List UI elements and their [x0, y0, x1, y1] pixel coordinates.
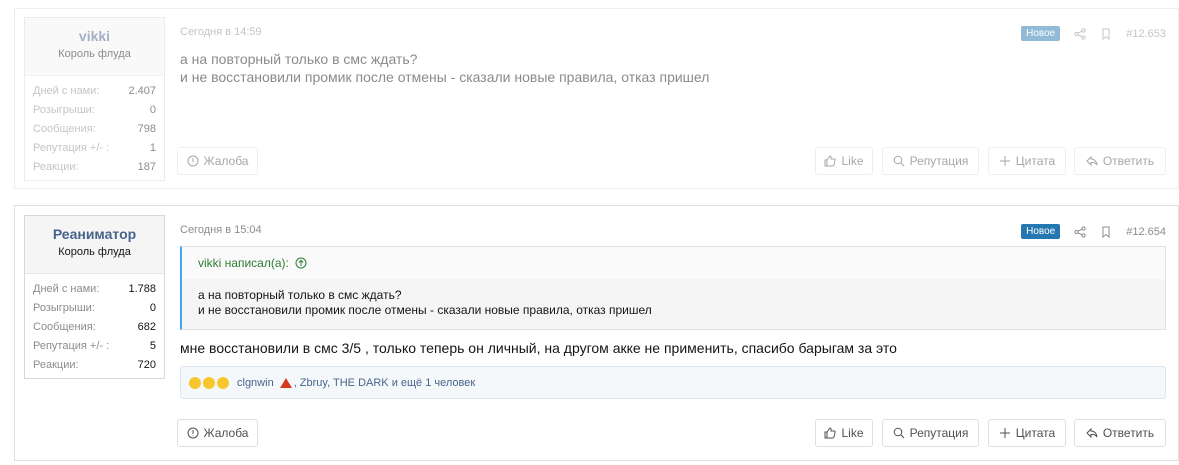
- message-line: и не восстановили промик после отмены - …: [180, 69, 710, 85]
- post-message: мне восстановили в смс 3/5 , только тепе…: [180, 340, 897, 356]
- like-button[interactable]: Like: [815, 419, 873, 447]
- stat-value: 682: [137, 321, 156, 333]
- fingers-crossed-reaction-icon: [217, 376, 229, 389]
- reaction-user[interactable]: clgnwin: [237, 377, 274, 389]
- reputation-button[interactable]: Репутация: [882, 419, 979, 447]
- stat-value: 0: [149, 104, 156, 116]
- user-stats: Дней с нами: 2.407 Розыгрыши: 0 Сообщения:…: [25, 76, 164, 177]
- report-label: Жалоба: [203, 154, 249, 168]
- post-number[interactable]: #12.654: [1126, 226, 1166, 238]
- stat-value: 1.788: [128, 283, 156, 295]
- post-attributes: Новое #12.654: [1021, 224, 1166, 239]
- stat-value: 720: [137, 359, 156, 371]
- stat-label: Репутация +/- :: [33, 340, 110, 352]
- search-icon: [893, 427, 904, 439]
- quote-header[interactable]: vikki написал(а):: [182, 247, 1165, 279]
- reputation-label: Репутация: [909, 426, 969, 440]
- user-title: Король флуда: [58, 246, 131, 258]
- user-card: Реаниматор Король флуда Дней с нами: 1.78…: [24, 215, 165, 379]
- quote-line: и не восстановили промик после отмены - …: [198, 303, 652, 317]
- stat-label: Розыгрыши:: [33, 302, 95, 314]
- stat-label: Дней с нами:: [33, 283, 100, 295]
- stat-value: 187: [137, 161, 156, 173]
- like-button[interactable]: Like: [815, 147, 873, 175]
- quote-block: vikki написал(а): а на повторный только …: [180, 246, 1166, 330]
- report-button[interactable]: Жалоба: [177, 419, 258, 447]
- message-line: а на повторный только в смс ждать?: [180, 51, 418, 67]
- post-date[interactable]: Сегодня в 15:04: [180, 224, 262, 236]
- quote-label: Цитата: [1015, 426, 1056, 440]
- reply-button[interactable]: Ответить: [1074, 419, 1166, 447]
- stat-label: Реакции:: [33, 161, 79, 173]
- arrow-up-circle-icon[interactable]: [295, 257, 307, 269]
- username-link[interactable]: vikki: [29, 27, 160, 45]
- share-icon[interactable]: [1074, 225, 1086, 238]
- post-message: а на повторный только в смс ждать? и не …: [180, 50, 709, 86]
- search-icon: [893, 155, 904, 167]
- new-badge: Новое: [1021, 224, 1061, 239]
- stat-value: 5: [149, 340, 156, 352]
- new-badge: Новое: [1021, 26, 1061, 41]
- post-12654: Реаниматор Король флуда Дней с нами: 1.78…: [14, 205, 1179, 461]
- username-link[interactable]: Реаниматор: [29, 225, 160, 243]
- like-label: Like: [841, 154, 864, 168]
- share-icon[interactable]: [1074, 27, 1086, 40]
- stat-label: Сообщения:: [33, 123, 96, 135]
- quote-button[interactable]: Цитата: [988, 147, 1066, 175]
- stat-label: Реакции:: [33, 359, 79, 371]
- plus-icon: [999, 428, 1010, 438]
- post-date[interactable]: Сегодня в 14:59: [180, 26, 262, 38]
- post-actions: Жалоба Like Репутация Цитата Ответить: [177, 419, 1166, 447]
- like-label: Like: [841, 426, 864, 440]
- stat-value: 1: [149, 142, 156, 154]
- quote-author[interactable]: vikki написал(а):: [198, 256, 289, 270]
- reply-icon: [1086, 155, 1098, 167]
- plus-icon: [999, 156, 1010, 166]
- quote-line: а на повторный только в смс ждать?: [198, 288, 402, 302]
- thumbs-up-icon: [824, 155, 837, 167]
- stat-value: 2.407: [128, 85, 156, 97]
- stat-label: Репутация +/- :: [33, 142, 110, 154]
- reaction-users-rest[interactable]: , Zbruy, THE DARK и ещё 1 человек: [294, 377, 476, 389]
- reputation-button[interactable]: Репутация: [882, 147, 979, 175]
- reactions-bar[interactable]: clgnwin , Zbruy, THE DARK и ещё 1 челове…: [180, 366, 1166, 399]
- bookmark-icon[interactable]: [1100, 226, 1112, 238]
- reply-label: Ответить: [1102, 426, 1155, 440]
- thumbs-up-icon: [824, 427, 837, 439]
- reputation-label: Репутация: [909, 154, 969, 168]
- quote-body: а на повторный только в смс ждать? и не …: [182, 279, 1165, 327]
- stat-label: Розыгрыши:: [33, 104, 95, 116]
- bookmark-icon[interactable]: [1100, 28, 1112, 40]
- stat-value: 798: [137, 123, 156, 135]
- user-stats: Дней с нами: 1.788 Розыгрыши: 0 Сообщения:…: [25, 274, 164, 375]
- post-12653: vikki Король флуда Дней с нами: 2.407 Роз…: [14, 8, 1179, 189]
- user-card: vikki Король флуда Дней с нами: 2.407 Роз…: [24, 17, 165, 181]
- reply-label: Ответить: [1102, 154, 1155, 168]
- warning-triangle-icon: [279, 377, 292, 388]
- quote-button[interactable]: Цитата: [988, 419, 1066, 447]
- warning-circle-icon: [187, 155, 198, 167]
- warning-circle-icon: [187, 427, 198, 439]
- stat-value: 0: [149, 302, 156, 314]
- report-button[interactable]: Жалоба: [177, 147, 258, 175]
- sad-reaction-icon: [203, 376, 215, 389]
- stat-label: Дней с нами:: [33, 85, 100, 97]
- report-label: Жалоба: [203, 426, 249, 440]
- stat-label: Сообщения:: [33, 321, 96, 333]
- reply-icon: [1086, 427, 1098, 439]
- user-title: Король флуда: [58, 48, 131, 60]
- post-actions: Жалоба Like Репутация Цитата Ответить: [177, 147, 1166, 175]
- post-number[interactable]: #12.653: [1126, 28, 1166, 40]
- quote-label: Цитата: [1015, 154, 1056, 168]
- post-attributes: Новое #12.653: [1021, 26, 1166, 41]
- like-reaction-icon: [189, 376, 201, 389]
- reply-button[interactable]: Ответить: [1074, 147, 1166, 175]
